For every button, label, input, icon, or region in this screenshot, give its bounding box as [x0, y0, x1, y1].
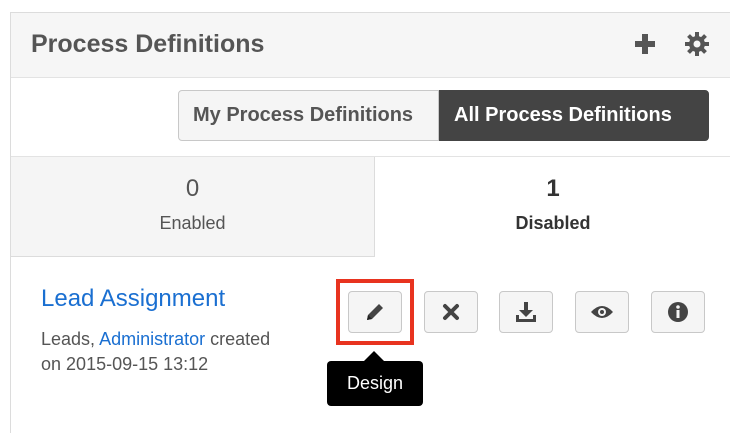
gear-icon[interactable] — [684, 31, 710, 57]
dashlet-header: Process Definitions — [11, 13, 730, 78]
record-date: 2015-09-15 13:12 — [66, 354, 209, 374]
export-button[interactable] — [499, 291, 553, 333]
status-tabs: 0 Enabled 1 Disabled — [11, 156, 730, 257]
record-module: Leads, — [41, 329, 96, 349]
disabled-count: 1 — [546, 175, 560, 202]
record-date-prefix: on — [41, 354, 62, 374]
enabled-label: Enabled — [159, 213, 226, 233]
record-user-link[interactable]: Administrator — [99, 329, 205, 349]
filter-toggle-group: My Process Definitions All Process Defin… — [178, 90, 709, 141]
disabled-label: Disabled — [515, 213, 591, 233]
record-created-word: created — [210, 329, 271, 349]
tooltip-arrow — [364, 351, 384, 361]
dashlet-title: Process Definitions — [31, 30, 265, 58]
info-button[interactable] — [651, 291, 705, 333]
tab-enabled[interactable]: 0 Enabled — [11, 157, 375, 257]
all-process-definitions-button[interactable]: All Process Definitions — [439, 90, 709, 141]
view-button[interactable] — [575, 291, 629, 333]
tab-disabled[interactable]: 1 Disabled — [375, 157, 730, 256]
record-name-link[interactable]: Lead Assignment — [41, 285, 225, 313]
plus-icon[interactable] — [632, 31, 658, 57]
delete-button[interactable] — [424, 291, 478, 333]
design-tooltip: Design — [327, 361, 423, 406]
enabled-count: 0 — [185, 175, 200, 202]
my-process-definitions-button[interactable]: My Process Definitions — [178, 90, 439, 141]
record-meta: Leads, Administrator created on 2015-09-… — [41, 327, 270, 377]
design-button[interactable] — [348, 291, 402, 333]
